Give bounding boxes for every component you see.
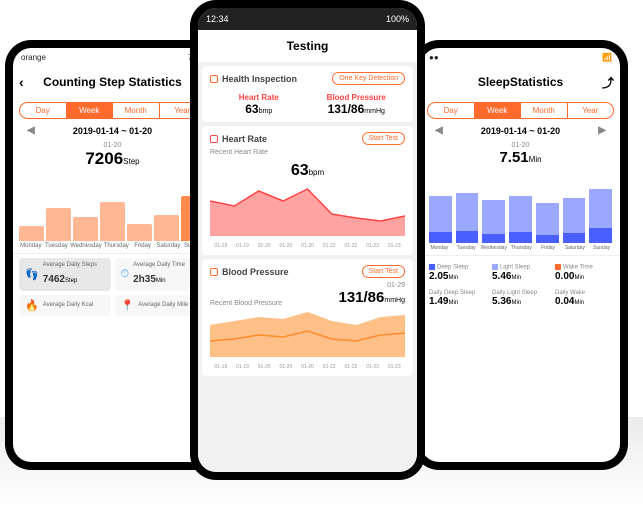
page-header: Testing xyxy=(198,30,417,62)
panel-sub: Recent Blood Pressure xyxy=(210,300,282,307)
one-key-detection-button[interactable]: One Key Detection xyxy=(332,72,405,85)
card-avg-kcal[interactable]: 🔥 Average Daily Kcal xyxy=(19,295,111,316)
legend-deep-sleep: Deep Sleep 2.05Min xyxy=(427,262,488,284)
chart-x-ticks: 01-1901-1901-2001-2001-2001-2201-2201-23… xyxy=(210,243,405,249)
page-header: SleepStatistics ⤴ xyxy=(421,66,620,98)
legend-daily-light: Daily Light Sleep 5.36Min xyxy=(490,288,551,309)
date-range: 2019-01-14 ~ 01-20 xyxy=(481,126,560,136)
panel-list: Health Inspection One Key Detection Hear… xyxy=(198,62,417,472)
chart-x-labels: Monday Tuesday Wednesday Thursday Friday… xyxy=(13,241,212,253)
tab-week[interactable]: Week xyxy=(475,103,522,118)
period-tabs: Day Week Month Year xyxy=(19,102,206,119)
panel-title: Heart Rate xyxy=(222,134,267,144)
date-range-row: ◀ 2019-01-14 ~ 01-20 ▶ xyxy=(13,125,212,136)
date-range-row: ◀ 2019-01-14 ~ 01-20 ▶ xyxy=(421,125,620,136)
main-stat: 01-20 7.51Min xyxy=(421,142,620,167)
status-icons: 📶 xyxy=(602,53,612,62)
panel-title: Health Inspection xyxy=(222,74,297,84)
tab-day[interactable]: Day xyxy=(428,103,475,118)
page-title: SleepStatistics xyxy=(478,75,563,89)
chart-x-labels: MondayTuesdayWednesdayThursdayFridaySatu… xyxy=(421,243,620,255)
swatch-icon xyxy=(555,264,561,270)
page-title: Testing xyxy=(287,39,329,53)
swatch-icon xyxy=(429,264,435,270)
sleep-bar-chart[interactable] xyxy=(421,173,620,243)
summary-cards: 👣 Average Daily Steps 7462Step ⏱ Average… xyxy=(13,253,212,320)
status-bar: 12:34 100% xyxy=(198,8,417,30)
tab-month[interactable]: Month xyxy=(521,103,568,118)
flame-icon: 🔥 xyxy=(25,299,39,312)
screen: orange 74% ‹ Counting Step Statistics Da… xyxy=(13,48,212,462)
stat-date: 01-20 xyxy=(13,142,212,149)
distance-icon: 📍 xyxy=(121,299,135,312)
stat-value: 7206 xyxy=(85,149,123,168)
phone-step-counter: orange 74% ‹ Counting Step Statistics Da… xyxy=(5,40,220,470)
panel-sub: Recent Heart Rate xyxy=(210,149,405,156)
prev-arrow-icon[interactable]: ◀ xyxy=(435,125,443,136)
status-bar: ●● 📶 xyxy=(421,48,620,66)
screen: 12:34 100% Testing Health Inspection One… xyxy=(198,8,417,472)
clock-icon: ⏱ xyxy=(121,268,130,281)
legend-daily-wake: Daily Wake 0.04Min xyxy=(553,288,614,309)
sleep-legend: Deep Sleep 2.05Min Light Sleep 5.46Min W… xyxy=(421,255,620,315)
carrier-label: orange xyxy=(21,53,46,62)
page-title: Counting Step Statistics xyxy=(43,75,182,89)
back-icon[interactable]: ‹ xyxy=(19,74,24,90)
stat-unit: Step xyxy=(123,157,139,166)
main-stat: 01-20 7206Step xyxy=(13,142,212,169)
droplet-icon xyxy=(210,268,218,276)
card-label: Average Daily Steps xyxy=(43,262,97,269)
phone-sleep-stats: ●● 📶 SleepStatistics ⤴ Day Week Month Ye… xyxy=(413,40,628,470)
bp-label: Blood Pressure xyxy=(308,93,406,102)
panel-heart-rate: Heart Rate Start Test Recent Heart Rate … xyxy=(202,126,413,255)
legend-light-sleep: Light Sleep 5.46Min xyxy=(490,262,551,284)
share-icon[interactable]: ⤴ xyxy=(602,74,614,91)
tab-week[interactable]: Week xyxy=(67,103,114,118)
swatch-icon xyxy=(492,264,498,270)
plus-icon xyxy=(210,75,218,83)
footsteps-icon: 👣 xyxy=(25,268,39,281)
next-arrow-icon[interactable]: ▶ xyxy=(598,125,606,136)
start-test-button[interactable]: Start Test xyxy=(362,265,405,278)
chart-x-ticks: 01-1901-1901-2001-2001-2001-2201-2201-23… xyxy=(210,364,405,370)
period-tabs: Day Week Month Year xyxy=(427,102,614,119)
blood-pressure-chart[interactable] xyxy=(210,307,405,357)
tab-month[interactable]: Month xyxy=(113,103,160,118)
prev-arrow-icon[interactable]: ◀ xyxy=(27,125,35,136)
card-avg-steps[interactable]: 👣 Average Daily Steps 7462Step xyxy=(19,258,111,291)
legend-daily-deep: Daily Deep Sleep 1.49Min xyxy=(427,288,488,309)
tab-day[interactable]: Day xyxy=(20,103,67,118)
card-label: Average Daily Time xyxy=(133,262,185,269)
heart-rate-chart[interactable] xyxy=(210,186,405,236)
status-battery: 100% xyxy=(386,14,409,24)
phone-testing: 12:34 100% Testing Health Inspection One… xyxy=(190,0,425,480)
stat-date: 01-20 xyxy=(421,142,620,149)
status-time: 12:34 xyxy=(206,14,229,24)
status-bar: orange 74% xyxy=(13,48,212,66)
start-test-button[interactable]: Start Test xyxy=(362,132,405,145)
heart-icon xyxy=(210,135,218,143)
panel-health-inspection: Health Inspection One Key Detection Hear… xyxy=(202,66,413,122)
screen: ●● 📶 SleepStatistics ⤴ Day Week Month Ye… xyxy=(421,48,620,462)
legend-wake-time: Wake Time 0.00Min xyxy=(553,262,614,284)
page-header: ‹ Counting Step Statistics xyxy=(13,66,212,98)
hr-label: Heart Rate xyxy=(210,93,308,102)
step-bar-chart[interactable] xyxy=(13,175,212,241)
tab-year[interactable]: Year xyxy=(568,103,614,118)
date-range: 2019-01-14 ~ 01-20 xyxy=(73,126,152,136)
panel-title: Blood Pressure xyxy=(222,267,289,277)
panel-blood-pressure: Blood Pressure Start Test Recent Blood P… xyxy=(202,259,413,376)
